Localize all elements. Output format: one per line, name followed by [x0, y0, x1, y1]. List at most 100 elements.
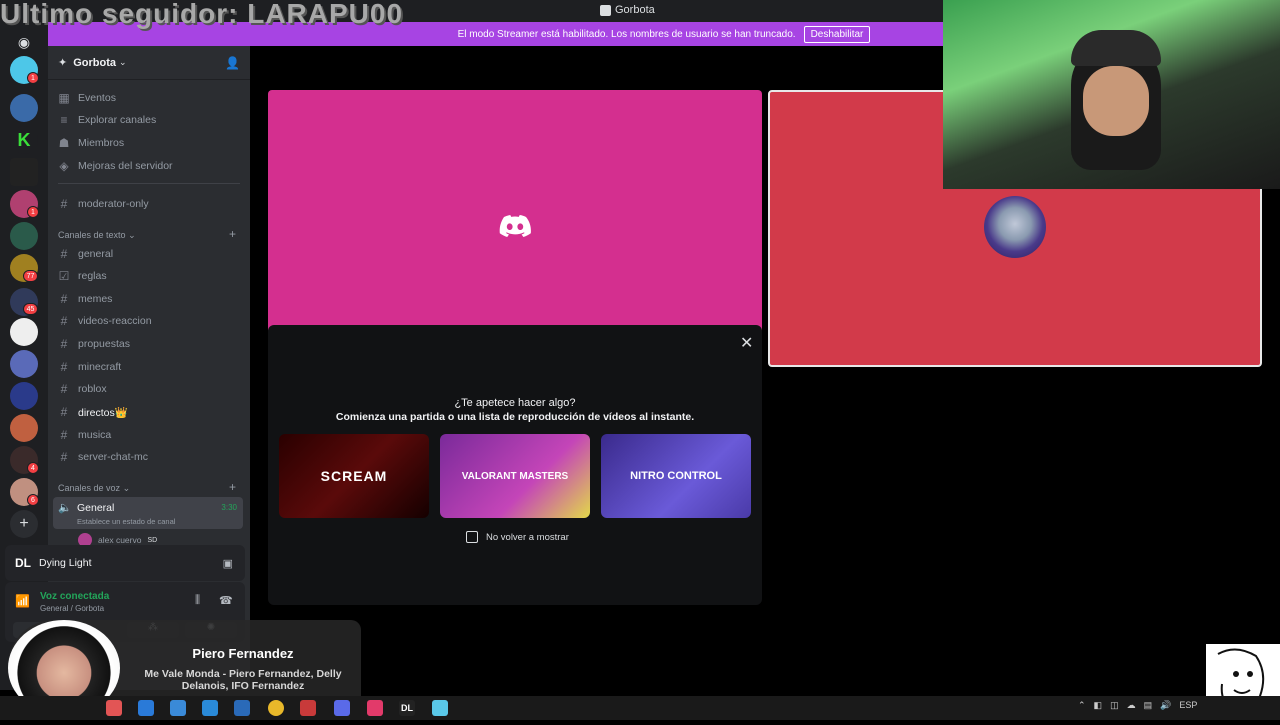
popup-subtitle: Comienza una partida o una lista de repr… [335, 411, 695, 423]
notification-badge: 45 [23, 303, 38, 315]
signal-icon[interactable]: 📶 [15, 594, 30, 608]
window-title: Gorbota [600, 4, 655, 16]
app-icon[interactable] [106, 700, 122, 716]
channel-directos[interactable]: # directos👑 [58, 402, 128, 422]
checkbox-label: No volver a mostrar [486, 531, 569, 543]
channel-propuestas[interactable]: # propuestas [58, 334, 130, 354]
channel-videos-reaccion[interactable]: # videos-reaccion [58, 311, 152, 331]
user-tag: SD [147, 536, 158, 544]
server-verified-icon: ✦ [58, 57, 68, 69]
hashtag-icon: # [60, 405, 68, 419]
hashtag-icon: # [60, 247, 68, 261]
section-title-text: Canales de voz [58, 483, 121, 493]
server-header[interactable]: ✦ Gorbota ⌄ 👤 [48, 46, 250, 80]
server-icon[interactable] [10, 94, 38, 122]
card-label: SCREAM [320, 468, 388, 484]
server-icon[interactable] [10, 382, 38, 410]
discord-app-icon [600, 4, 611, 16]
channel-label: musica [78, 429, 112, 441]
channel-musica[interactable]: # musica [58, 425, 112, 445]
channel-memes[interactable]: # memes [58, 289, 113, 309]
channel-minecraft[interactable]: # minecraft [58, 357, 122, 377]
nav-server-boosts[interactable]: ◈ Mejoras del servidor [58, 156, 172, 176]
notification-badge: 4 [27, 462, 39, 474]
streamer-cap [1071, 30, 1161, 66]
add-text-channel-icon[interactable]: + [229, 227, 236, 241]
stream-overlay-follower: Ultimo seguidor: LARAPU00 [0, 0, 404, 29]
hashtag-icon: # [60, 360, 68, 374]
edge-icon[interactable] [138, 700, 154, 716]
volume-icon[interactable]: 🔊 [1160, 700, 1171, 711]
noise-suppression-icon[interactable]: ⫼ [195, 594, 200, 607]
chevron-up-icon[interactable]: ⌃ [1078, 700, 1086, 711]
voice-status: Voz conectada [40, 591, 110, 602]
server-icon[interactable] [10, 350, 38, 378]
cloud-icon[interactable]: ☁ [1127, 700, 1136, 711]
nav-members[interactable]: ☗ Miembros [58, 133, 124, 153]
tiktok-icon[interactable] [367, 700, 383, 716]
notification-badge: 77 [23, 270, 38, 282]
hashtag-icon: # [60, 292, 68, 306]
tray-icon[interactable]: ◧ [1094, 700, 1103, 711]
server-icon[interactable] [10, 414, 38, 442]
nav-label: Eventos [78, 92, 116, 104]
discord-home-icon[interactable]: ◉ [10, 28, 38, 56]
hashtag-icon: # [60, 382, 68, 396]
text-channels-header[interactable]: Canales de texto ⌄ [58, 230, 136, 241]
add-server-icon[interactable]: + [10, 510, 38, 538]
channel-label: propuestas [78, 338, 130, 350]
server-icon[interactable] [10, 222, 38, 250]
app-icon[interactable] [300, 700, 316, 716]
channel-label: roblox [78, 383, 107, 395]
disable-streamer-mode-button[interactable]: Deshabilitar [803, 25, 871, 43]
server-icon[interactable] [10, 158, 38, 186]
channel-label: directos👑 [78, 406, 128, 419]
app-icon[interactable] [234, 700, 250, 716]
app-icon[interactable] [202, 700, 218, 716]
tray-icon[interactable]: ◫ [1110, 700, 1119, 711]
nav-label: Explorar canales [78, 114, 157, 126]
channel-general[interactable]: # general [58, 244, 113, 264]
invite-people-icon[interactable]: 👤 [225, 56, 240, 70]
dying-light-taskbar-icon[interactable]: DL [399, 700, 415, 716]
voice-channel-general[interactable]: 🔈 General 3:30 Establece un estado de ca… [53, 497, 243, 529]
nav-browse-channels[interactable]: ≡ Explorar canales [58, 110, 156, 130]
streamer-banner-text: El modo Streamer está habilitado. Los no… [457, 28, 796, 40]
voice-channel-name: General [77, 502, 115, 514]
server-icon[interactable]: K [10, 126, 38, 154]
channel-label: videos-reaccion [78, 315, 152, 327]
app-icon[interactable] [432, 700, 448, 716]
server-name: Gorbota [73, 56, 116, 69]
list-icon: ≡ [60, 113, 68, 127]
activity-card-nitro-control[interactable]: NITRO CONTROL [601, 434, 751, 518]
channel-moderator-only[interactable]: # moderator-only [58, 194, 149, 214]
channel-label: minecraft [78, 361, 122, 373]
channel-reglas[interactable]: ☑ reglas [58, 266, 107, 286]
channel-server-chat-mc[interactable]: # server-chat-mc [58, 447, 148, 467]
webcam-overlay [943, 0, 1280, 189]
hashtag-icon: # [60, 314, 68, 328]
screen-share-icon[interactable]: ▣ [223, 557, 233, 570]
voice-user-name: alex cuervo [98, 535, 142, 545]
discord-taskbar-icon[interactable] [334, 700, 350, 716]
tray-icon[interactable]: ▤ [1144, 700, 1153, 711]
now-playing-artist: Piero Fernandez [192, 646, 294, 661]
channel-roblox[interactable]: # roblox [58, 379, 107, 399]
add-voice-channel-icon[interactable]: + [229, 480, 236, 494]
voice-channels-header[interactable]: Canales de voz ⌄ [58, 483, 130, 494]
chrome-icon[interactable] [268, 700, 284, 716]
nav-events[interactable]: ▦ Eventos [58, 88, 116, 108]
disconnect-icon[interactable]: ☎ [219, 594, 233, 607]
activity-card-scream[interactable]: SCREAM [279, 434, 429, 518]
set-channel-status-link[interactable]: Establece un estado de canal [77, 517, 175, 526]
checkbox-box[interactable] [466, 531, 478, 543]
dont-show-again-checkbox[interactable]: No volver a mostrar [466, 531, 569, 543]
app-icon[interactable] [170, 700, 186, 716]
server-icon[interactable] [10, 318, 38, 346]
close-icon[interactable]: ✕ [740, 333, 753, 353]
activity-card-valorant[interactable]: VALORANT MASTERS [440, 434, 590, 518]
speaker-icon: 🔈 [58, 502, 72, 514]
discord-logo-icon [499, 215, 531, 237]
chevron-down-icon: ⌄ [119, 57, 127, 67]
language-indicator[interactable]: ESP [1179, 700, 1197, 711]
